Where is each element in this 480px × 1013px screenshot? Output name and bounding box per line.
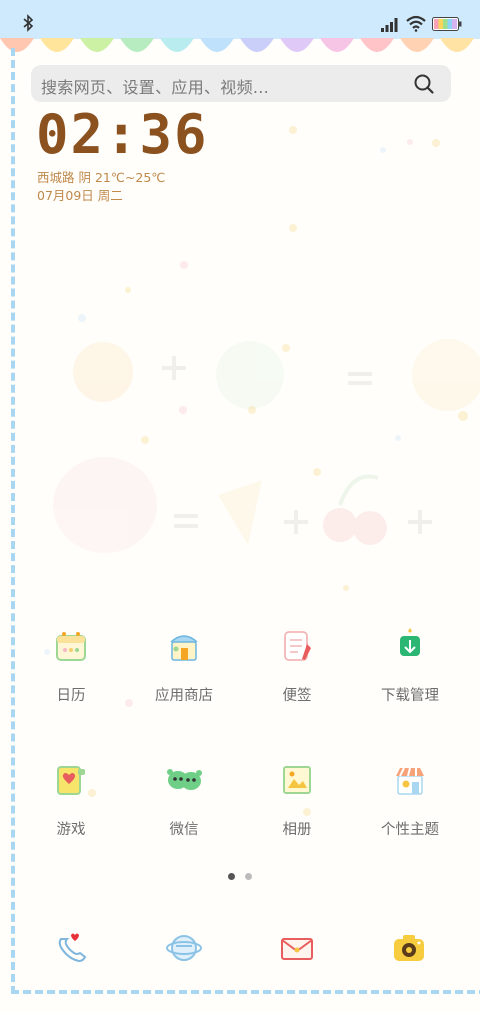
browser-icon[interactable] [165, 929, 203, 967]
notes-icon [284, 631, 311, 661]
page-dot[interactable] [245, 873, 252, 880]
app-label: 相册 [282, 822, 312, 838]
app-gallery[interactable]: 相册 [247, 762, 347, 852]
app-label: 个性主题 [381, 822, 439, 838]
app-download-manager[interactable]: 下载管理 [360, 628, 460, 718]
page-dot-active[interactable] [228, 873, 235, 880]
themes-icon [396, 767, 424, 795]
download-manager-icon [400, 628, 420, 656]
gallery-icon [283, 766, 311, 794]
app-notes[interactable]: 便签 [247, 628, 347, 718]
search-bar[interactable]: 搜索网页、设置、应用、视频... [31, 65, 451, 102]
app-label: 下载管理 [381, 688, 439, 704]
search-placeholder: 搜索网页、设置、应用、视频... [41, 78, 270, 97]
game-icon [57, 766, 85, 795]
app-game[interactable]: 游戏 [21, 762, 121, 852]
app-calendar[interactable]: 日历 [21, 628, 121, 718]
calendar-icon [56, 632, 86, 661]
app-wechat[interactable]: 微信 [134, 762, 234, 852]
weather-text[interactable]: 西城路 阴 21℃~25℃ [37, 167, 165, 186]
app-label: 日历 [56, 688, 86, 704]
app-label: 微信 [169, 822, 199, 838]
app-label: 便签 [282, 688, 312, 704]
app-app-store[interactable]: 应用商店 [134, 628, 234, 718]
wechat-icon [167, 769, 202, 790]
clock-time[interactable]: 02:36 [36, 103, 209, 166]
app-themes[interactable]: 个性主题 [360, 762, 460, 852]
camera-icon[interactable] [390, 929, 428, 967]
app-store-icon [170, 635, 198, 661]
app-label: 应用商店 [155, 688, 213, 704]
app-label: 游戏 [56, 822, 86, 838]
date-text: 07月09日 周二 [37, 188, 123, 203]
search-icon[interactable] [413, 73, 435, 95]
messages-icon[interactable] [278, 929, 316, 967]
phone-icon[interactable] [53, 929, 91, 967]
